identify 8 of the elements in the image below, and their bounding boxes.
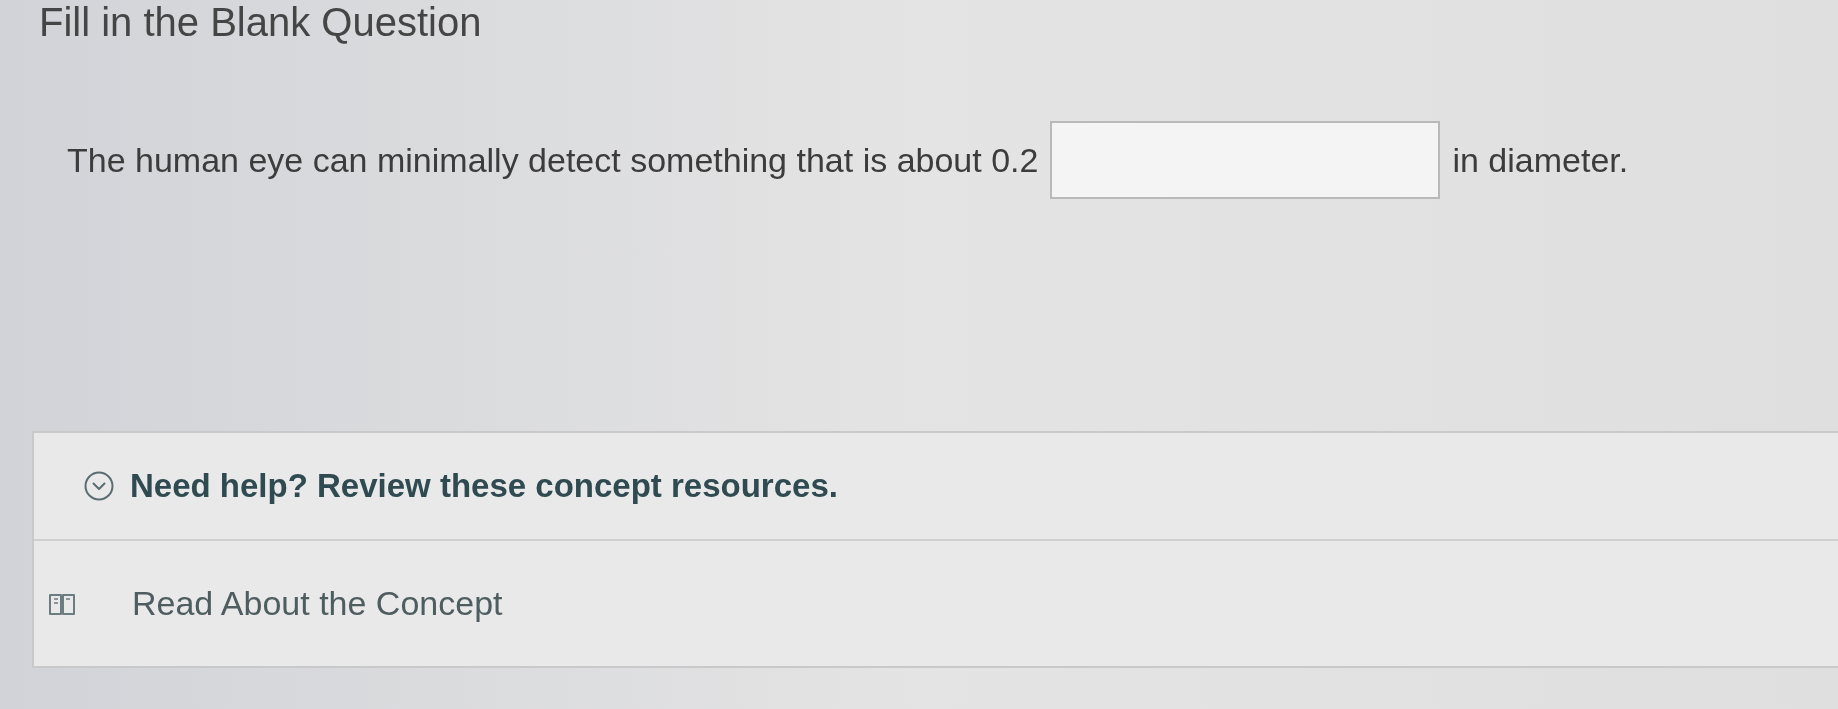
page-title: Fill in the Blank Question xyxy=(38,0,483,44)
book-icon xyxy=(49,591,75,616)
question-text: The human eye can minimally detect something that is about 0.2 xyxy=(67,139,1039,181)
question-text: in diameter. xyxy=(1452,139,1629,181)
help-toggle-button[interactable]: Need help? Review these concept resources. xyxy=(84,461,838,511)
chevron-down-circle-icon xyxy=(84,471,114,501)
resource-link[interactable]: Read About the Concept xyxy=(132,578,503,629)
answer-box[interactable] xyxy=(1050,121,1441,199)
